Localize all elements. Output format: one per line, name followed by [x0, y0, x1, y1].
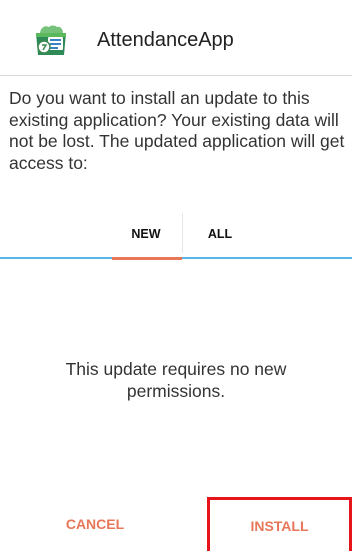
tab-separator [182, 213, 183, 253]
permission-tabs: NEW ALL [0, 211, 352, 260]
install-button[interactable]: INSTALL [207, 497, 352, 551]
attendance-app-icon [33, 24, 69, 56]
cancel-button[interactable]: CANCEL [0, 497, 190, 551]
install-update-message: Do you want to install an update to this… [9, 88, 345, 173]
header-divider [0, 75, 352, 76]
tab-new[interactable]: NEW [110, 211, 182, 257]
no-new-permissions-text: This update requires no new permissions. [65, 359, 287, 401]
permissions-panel: This update requires no new permissions. [0, 260, 352, 492]
app-name: AttendanceApp [97, 29, 234, 51]
dialog-button-bar: CANCEL INSTALL [0, 497, 352, 551]
tab-all[interactable]: ALL [184, 211, 256, 257]
installer-header: AttendanceApp [0, 0, 352, 76]
